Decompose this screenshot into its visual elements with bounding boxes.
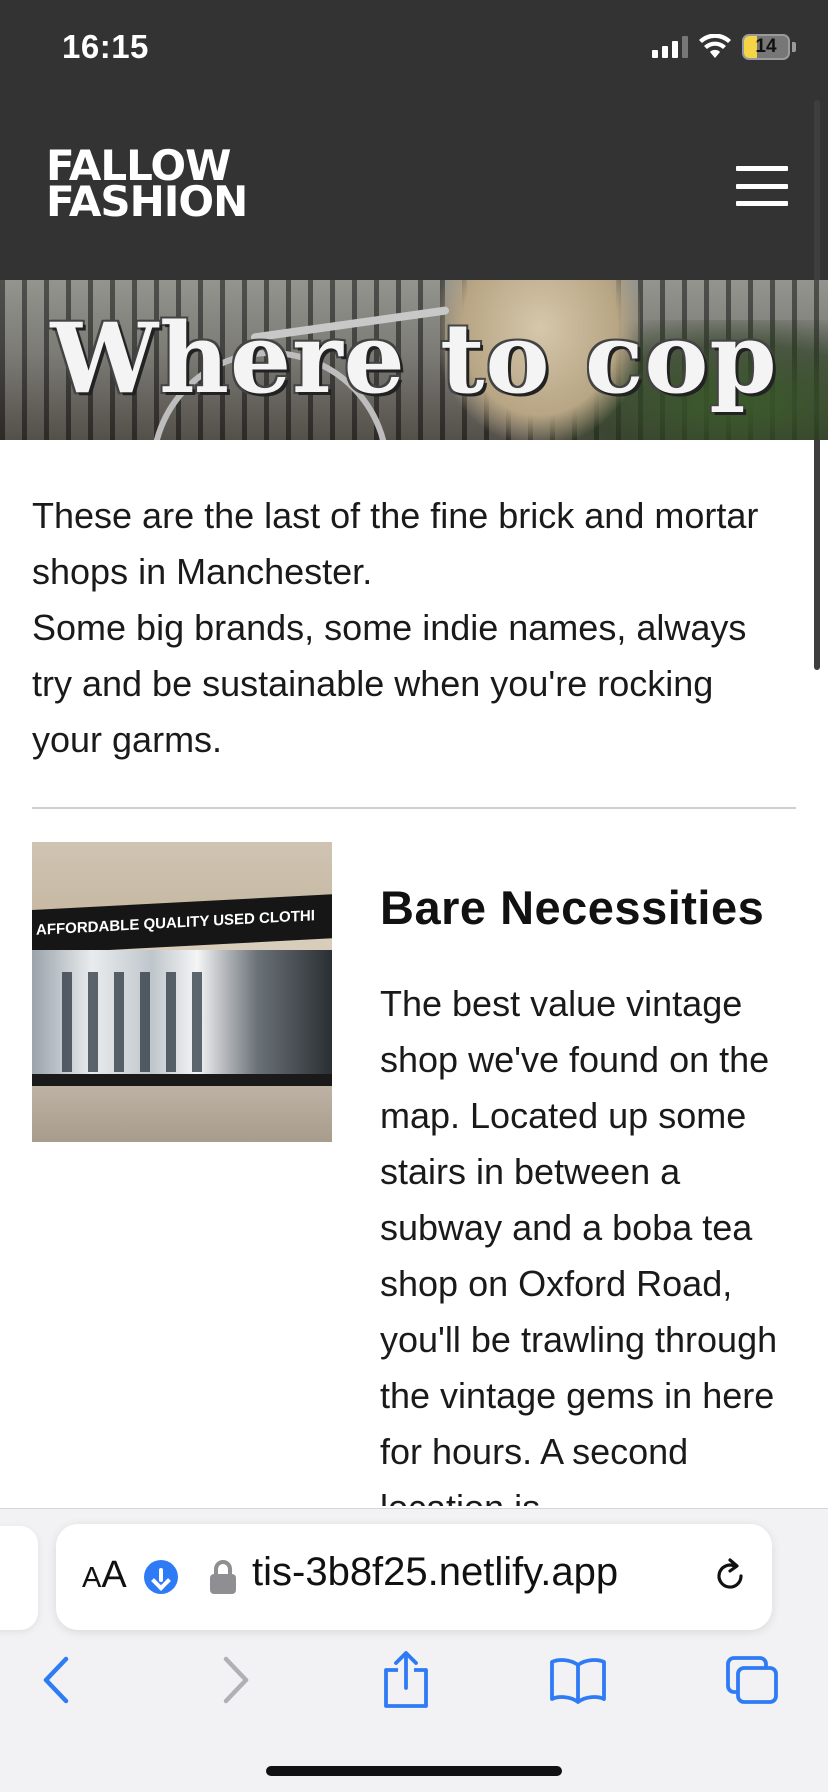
share-icon[interactable] <box>376 1650 436 1710</box>
battery-level: 14 <box>755 36 777 57</box>
logo-line-2: FASHION <box>46 177 248 226</box>
shop-description-container: The best value vintage shop we've found … <box>380 976 800 1506</box>
status-icons: 14 <box>652 34 796 60</box>
wifi-icon <box>699 34 731 58</box>
reader-aa-button[interactable]: AA <box>82 1554 127 1597</box>
status-bar: 16:15 14 <box>0 0 828 100</box>
signal-icon <box>652 36 688 58</box>
page-title: Where to cop <box>50 302 778 415</box>
url-text[interactable]: tis-3b8f25.netlify.app <box>252 1550 618 1595</box>
battery-icon: 14 <box>742 34 790 60</box>
forward-icon[interactable] <box>206 1650 266 1710</box>
battery-tip <box>792 42 796 52</box>
back-icon[interactable] <box>26 1650 86 1710</box>
home-indicator[interactable] <box>266 1766 562 1776</box>
bookmarks-icon[interactable] <box>548 1650 608 1710</box>
site-header: FALLOW FASHION <box>0 100 828 280</box>
intro-line-1: These are the last of the fine brick and… <box>32 495 759 592</box>
shop-photo: AFFORDABLE QUALITY USED CLOTHI <box>32 842 332 1142</box>
section-divider <box>32 807 796 809</box>
hamburger-menu-icon[interactable] <box>736 166 788 206</box>
shop-description: The best value vintage shop we've found … <box>380 983 778 1506</box>
site-logo[interactable]: FALLOW FASHION <box>46 145 248 226</box>
intro-line-2: Some big brands, some indie names, alway… <box>32 607 747 760</box>
reload-icon[interactable] <box>710 1556 750 1596</box>
tabs-icon[interactable] <box>722 1650 782 1710</box>
shop-name: Bare Necessities <box>380 881 765 934</box>
address-bar[interactable]: AA tis-3b8f25.netlify.app <box>56 1524 772 1630</box>
status-time: 16:15 <box>62 28 149 65</box>
intro-text: These are the last of the fine brick and… <box>32 488 792 768</box>
previous-tab-peek[interactable] <box>0 1526 38 1630</box>
hero-banner: Where to cop <box>0 280 828 440</box>
lock-icon <box>210 1560 236 1594</box>
download-icon[interactable] <box>144 1560 178 1594</box>
browser-toolbar <box>0 1640 828 1720</box>
